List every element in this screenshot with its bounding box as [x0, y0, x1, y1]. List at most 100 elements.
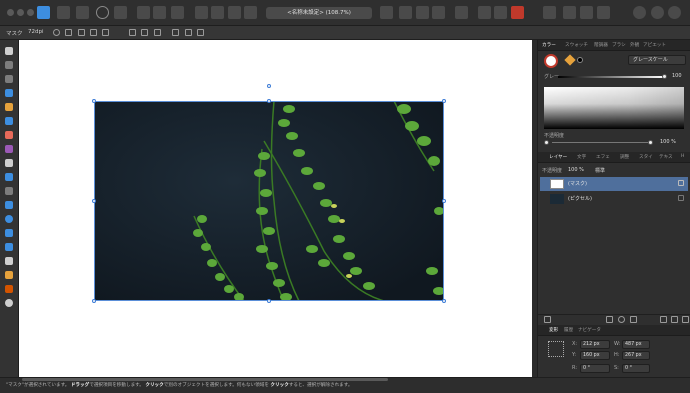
layer-row-mask[interactable]: (マスク) [540, 177, 688, 191]
tab-swatches[interactable]: スウォッチ [565, 42, 588, 48]
rotation-field[interactable]: 0 ° [580, 364, 610, 373]
tab-tones[interactable]: 階調器 [594, 42, 608, 48]
text-tool-icon[interactable] [5, 257, 13, 265]
zoom-window-button[interactable] [27, 9, 34, 16]
align-center-icon[interactable] [141, 29, 148, 36]
resize-handle-right[interactable] [442, 199, 446, 203]
rotate-handle[interactable] [267, 84, 271, 88]
align-left-icon[interactable] [129, 29, 136, 36]
selection-mode-3-icon[interactable] [416, 6, 429, 19]
resize-handle-left[interactable] [92, 199, 96, 203]
y-field[interactable]: 160 px [580, 351, 610, 360]
move-tool-icon[interactable] [5, 47, 13, 55]
tab-navigator[interactable]: ナビゲータ [578, 327, 601, 333]
opacity-slider[interactable] [552, 142, 650, 143]
selection-box[interactable] [94, 101, 444, 301]
ellipse-tool-icon[interactable] [5, 215, 13, 223]
dodge-tool-icon[interactable] [5, 159, 13, 167]
color-picker-icon[interactable] [5, 145, 13, 153]
rectangle-tool-icon[interactable] [5, 201, 13, 209]
gray-slider[interactable] [558, 76, 664, 78]
paste-icon[interactable] [102, 29, 109, 36]
selection-brush-icon[interactable] [5, 89, 13, 97]
arrange-1-icon[interactable] [543, 6, 556, 19]
export-persona-icon[interactable] [96, 6, 109, 19]
canvas-area[interactable] [19, 40, 532, 377]
tab-styles[interactable]: スタイ [639, 154, 653, 160]
color-mode-dropdown[interactable]: グレースケール [628, 55, 686, 65]
shear-field[interactable]: 0 ° [622, 364, 650, 373]
user-icon[interactable] [651, 6, 664, 19]
snapping-magnet-icon[interactable] [511, 6, 524, 19]
tab-transform[interactable]: 変形 [549, 327, 558, 333]
arrange-4-icon[interactable] [597, 6, 610, 19]
opacity-slider-knob[interactable] [648, 140, 653, 145]
crop-tool-icon[interactable] [5, 75, 13, 83]
brush-tool-icon[interactable] [5, 103, 13, 111]
view-mode-1-icon[interactable] [137, 6, 150, 19]
view-tool-icon[interactable] [5, 61, 13, 69]
close-window-button[interactable] [7, 9, 14, 16]
fill-tool-icon[interactable] [5, 187, 13, 195]
view-mode-3-icon[interactable] [171, 6, 184, 19]
adjustment-icon[interactable] [618, 316, 625, 323]
arrange-3-icon[interactable] [580, 6, 593, 19]
assistant-icon[interactable] [633, 6, 646, 19]
add-layer-icon[interactable] [660, 316, 667, 323]
color-gradient-box[interactable] [544, 87, 684, 129]
layer-opacity-value[interactable]: 100 % [568, 167, 584, 173]
stroke-color-well[interactable] [577, 57, 583, 63]
auto-white-balance-icon[interactable] [244, 6, 257, 19]
liquify-persona-icon[interactable] [57, 6, 70, 19]
tab-layers[interactable]: レイヤー [549, 154, 567, 160]
scope-icon[interactable] [53, 29, 60, 36]
layer-visibility-checkbox[interactable] [678, 180, 684, 186]
gray-slider-knob[interactable] [662, 74, 667, 79]
share-icon[interactable] [668, 6, 681, 19]
horizontal-scrollbar[interactable] [22, 378, 388, 381]
resize-handle-bottom-right[interactable] [442, 299, 446, 303]
resize-handle-top-left[interactable] [92, 99, 96, 103]
fx-icon[interactable] [630, 316, 637, 323]
tab-effects[interactable]: エフェ [596, 154, 610, 160]
grid-icon[interactable] [78, 29, 85, 36]
align-middle-icon[interactable] [185, 29, 192, 36]
tab-text-styles[interactable]: テキス [659, 154, 673, 160]
layer-visibility-checkbox[interactable] [678, 195, 684, 201]
tab-brushes[interactable]: ブラシ [612, 42, 626, 48]
opacity-slider-min-knob[interactable] [544, 140, 549, 145]
hand-tool-icon[interactable] [5, 285, 13, 293]
tab-text[interactable]: 文字 [577, 154, 586, 160]
delete-layer-icon[interactable] [682, 316, 689, 323]
align-icon[interactable] [455, 6, 468, 19]
selection-mode-1-icon[interactable] [380, 6, 393, 19]
selection-mode-4-icon[interactable] [432, 6, 445, 19]
develop-persona-icon[interactable] [76, 6, 89, 19]
group-icon[interactable] [671, 316, 678, 323]
auto-levels-icon[interactable] [195, 6, 208, 19]
view-mode-2-icon[interactable] [153, 6, 166, 19]
snapping-icon[interactable] [478, 6, 491, 19]
align-bottom-icon[interactable] [197, 29, 204, 36]
tab-appearance[interactable]: 外観 [630, 42, 639, 48]
shape-tool-icon[interactable] [5, 229, 13, 237]
photo-persona-icon[interactable] [37, 6, 50, 19]
gradient-tool-icon[interactable] [5, 173, 13, 181]
eyedropper-icon[interactable] [564, 54, 576, 66]
star-tool-icon[interactable] [5, 243, 13, 251]
add-mask-icon[interactable] [606, 316, 613, 323]
tab-history[interactable]: H [681, 154, 684, 159]
grid-icon[interactable] [494, 6, 507, 19]
selection-mode-2-icon[interactable] [399, 6, 412, 19]
resize-handle-top[interactable] [267, 99, 271, 103]
document-title[interactable]: <名称未設定> (108.7%) [266, 7, 372, 19]
h-field[interactable]: 267 px [622, 351, 650, 360]
fill-color-well[interactable] [544, 54, 558, 68]
tab-color[interactable]: カラー [542, 42, 556, 48]
w-field[interactable]: 487 px [622, 340, 650, 349]
pen-tool-icon[interactable] [5, 117, 13, 125]
minimize-window-button[interactable] [17, 9, 24, 16]
tab-history[interactable]: 履歴 [564, 327, 573, 333]
tone-mapping-persona-icon[interactable] [114, 6, 127, 19]
blend-mode-dropdown[interactable]: 標準 [595, 167, 605, 174]
